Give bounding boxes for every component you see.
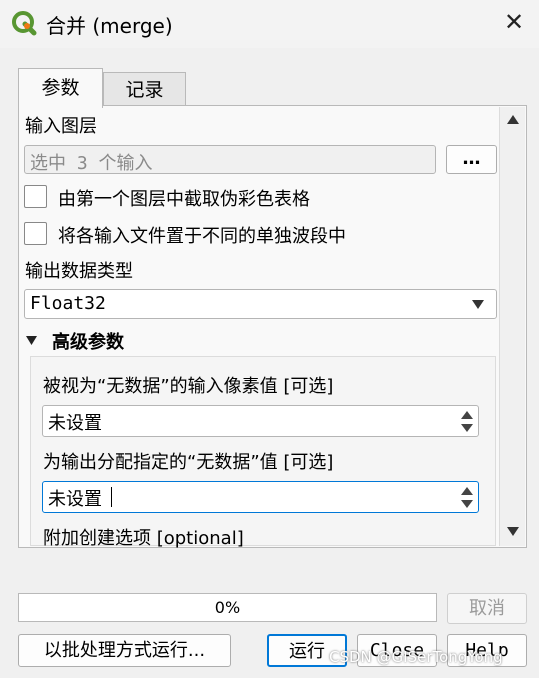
- spin-down-icon[interactable]: [461, 424, 473, 432]
- scroll-down-icon[interactable]: [507, 527, 519, 536]
- nodata-output-field[interactable]: 未设置: [42, 481, 479, 513]
- close-icon[interactable]: ✕: [504, 10, 524, 34]
- pseudocolor-label: 由第一个图层中截取伪彩色表格: [58, 189, 310, 210]
- separate-bands-checkbox[interactable]: [24, 222, 47, 245]
- vertical-scrollbar[interactable]: [499, 107, 525, 546]
- input-layers-label: 输入图层: [25, 116, 97, 137]
- progress-bar: 0%: [18, 593, 437, 622]
- nodata-output-spinner[interactable]: [456, 482, 478, 512]
- nodata-output-label: 为输出分配指定的“无数据”值 [可选]: [43, 452, 334, 473]
- input-layers-value: 选中 3 个输入: [30, 153, 153, 174]
- scroll-up-icon[interactable]: [507, 115, 519, 124]
- collapse-triangle-icon[interactable]: [26, 336, 37, 345]
- nodata-input-field[interactable]: 未设置: [42, 405, 479, 437]
- chevron-down-icon: [472, 300, 484, 309]
- qgis-logo-icon: [12, 11, 37, 36]
- title-bar: 合并 (merge) ✕: [0, 0, 539, 48]
- nodata-input-label: 被视为“无数据”的输入像素值 [可选]: [43, 376, 334, 397]
- spin-down-icon[interactable]: [461, 500, 473, 508]
- browse-button[interactable]: …: [446, 145, 497, 174]
- input-layers-field: 选中 3 个输入: [24, 145, 436, 174]
- progress-text: 0%: [214, 598, 241, 617]
- tab-log[interactable]: 记录: [103, 72, 186, 106]
- creation-options-label: 附加创建选项 [optional]: [43, 528, 244, 549]
- output-type-select[interactable]: Float32: [24, 289, 497, 319]
- cancel-button[interactable]: 取消: [447, 593, 527, 624]
- advanced-params-header[interactable]: 高级参数: [52, 328, 124, 354]
- tab-parameters[interactable]: 参数: [18, 68, 103, 108]
- batch-run-button[interactable]: 以批处理方式运行...: [18, 634, 231, 667]
- scrollbar-thumb[interactable]: [504, 131, 521, 297]
- spin-up-icon[interactable]: [461, 487, 473, 495]
- nodata-input-value: 未设置: [48, 413, 102, 434]
- output-type-label: 输出数据类型: [25, 261, 133, 282]
- pseudocolor-checkbox[interactable]: [24, 185, 47, 208]
- window-title: 合并 (merge): [46, 14, 173, 38]
- watermark: CSDN @GISerTongYong: [329, 648, 503, 666]
- spin-up-icon[interactable]: [461, 411, 473, 419]
- output-type-value: Float32: [30, 293, 106, 314]
- nodata-output-value: 未设置: [48, 489, 102, 510]
- nodata-input-spinner[interactable]: [456, 406, 478, 436]
- text-cursor: [111, 487, 112, 507]
- separate-bands-label: 将各输入文件置于不同的单独波段中: [58, 226, 346, 247]
